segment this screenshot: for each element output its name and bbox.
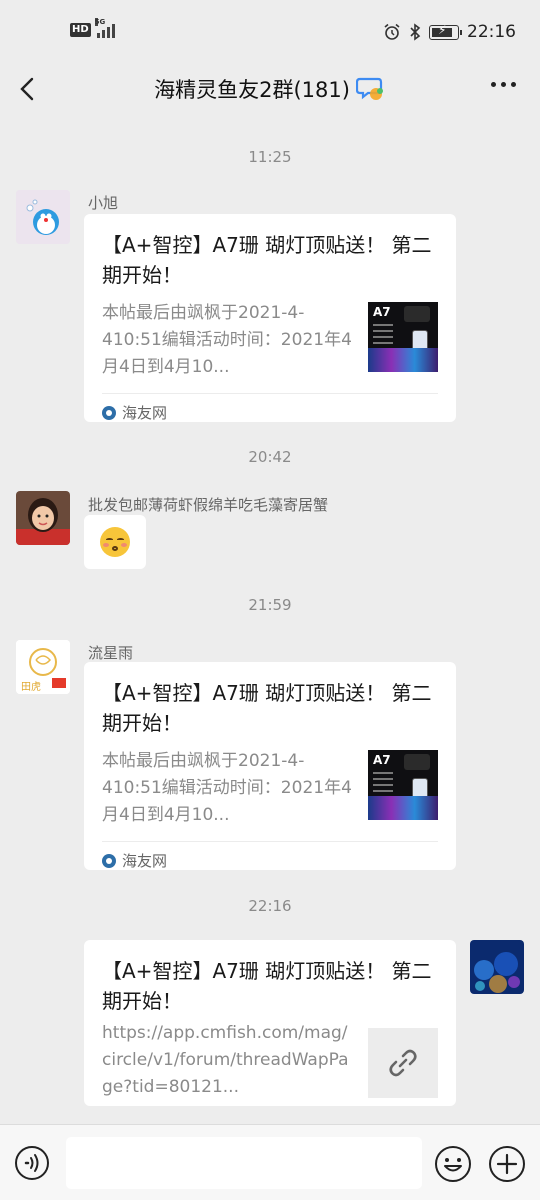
sender-name: 批发包邮薄荷虾假绵羊吃毛藻寄居蟹 — [88, 496, 329, 514]
tiger-logo-avatar-icon: 田虎 — [16, 640, 70, 694]
card-title: 【A+智控】A7珊 瑚灯顶贴送！ 第二期开始！ — [102, 681, 432, 735]
status-right: ⚡ 22:16 — [383, 22, 516, 42]
card-description: https://app.cmfish.com/mag/circle/v1/for… — [102, 1023, 349, 1097]
alarm-icon — [384, 23, 400, 40]
card-thumbnail: A7 — [368, 750, 438, 820]
doraemon-avatar-icon — [16, 190, 70, 244]
card-title: 【A+智控】A7珊 瑚灯顶贴送！ 第二期开始！ — [102, 233, 432, 287]
timestamp: 11:25 — [248, 148, 292, 166]
avatar[interactable]: 田虎 — [16, 640, 70, 694]
card-source: 海友网 — [102, 841, 438, 879]
bluetooth-icon — [410, 23, 421, 41]
source-logo-icon — [102, 853, 116, 868]
avatar-text: 田虎 — [21, 681, 41, 693]
link-card[interactable]: 【A+智控】A7珊 瑚灯顶贴送！ 第二期开始！ 本帖最后由飒枫于2021-4-4… — [84, 214, 456, 422]
avatar[interactable] — [470, 940, 524, 994]
kissing-face-emoji-icon — [100, 527, 130, 557]
chat-bubbles-icon — [355, 77, 383, 100]
timestamp: 20:42 — [248, 448, 292, 466]
chat-title-container: 海精灵鱼友2群(181) — [0, 74, 540, 104]
sender-name: 流星雨 — [88, 644, 134, 662]
battery-icon: ⚡ — [429, 23, 462, 40]
link-card[interactable]: 【A+智控】A7珊 瑚灯顶贴送！ 第二期开始！ 本帖最后由飒枫于2021-4-4… — [84, 662, 456, 870]
hd-badge: HD — [70, 23, 91, 37]
signal-icon: 5G — [94, 18, 115, 38]
card-description: 本帖最后由飒枫于2021-4-410:51编辑活动时间：2021年4月4日到4月… — [102, 751, 352, 825]
status-left: HD 5G — [70, 18, 115, 38]
timestamp: 21:59 — [248, 596, 292, 614]
emoji-message[interactable] — [84, 515, 146, 569]
card-source: 海友网 — [102, 393, 438, 431]
avatar[interactable] — [16, 491, 70, 545]
card-title: 【A+智控】A7珊 瑚灯顶贴送！ 第二期开始！ — [102, 959, 432, 1013]
card-description: 本帖最后由飒枫于2021-4-410:51编辑活动时间：2021年4月4日到4月… — [102, 303, 352, 377]
network-label: 5G — [94, 18, 106, 26]
chat-title: 海精灵鱼友2群(181) — [154, 78, 350, 102]
girl-photo-avatar-icon — [16, 491, 70, 545]
nav-bar: 海精灵鱼友2群(181) — [0, 64, 540, 114]
status-bar: HD 5G ⚡ 22:16 — [0, 0, 540, 64]
link-card[interactable]: 【A+智控】A7珊 瑚灯顶贴送！ 第二期开始！ https://app.cmfi… — [84, 940, 456, 1106]
timestamp: 22:16 — [248, 897, 292, 915]
message-input[interactable] — [66, 1137, 422, 1189]
input-bar — [0, 1124, 540, 1200]
emoji-icon[interactable] — [434, 1145, 472, 1183]
more-dots-icon[interactable] — [491, 82, 516, 87]
sender-name: 小旭 — [88, 194, 119, 212]
plus-icon[interactable] — [488, 1145, 526, 1183]
link-icon — [368, 1028, 438, 1098]
coral-photo-avatar-icon — [470, 940, 524, 994]
source-name: 海友网 — [122, 404, 168, 422]
avatar[interactable] — [16, 190, 70, 244]
voice-icon[interactable] — [14, 1145, 50, 1181]
source-name: 海友网 — [122, 852, 168, 870]
status-time: 22:16 — [467, 22, 516, 42]
source-logo-icon — [102, 405, 116, 420]
card-thumbnail: A7 — [368, 302, 438, 372]
